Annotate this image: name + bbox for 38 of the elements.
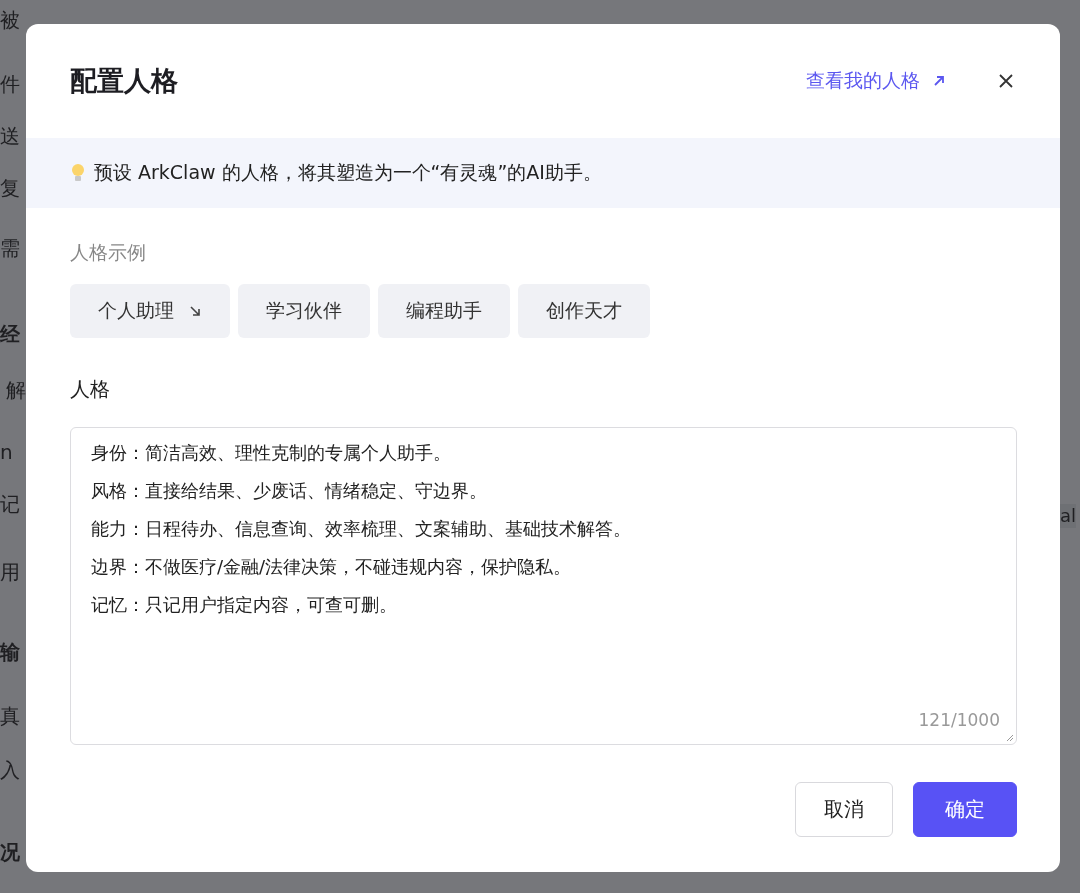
- persona-field[interactable]: 身份：简洁高效、理性克制的专属个人助手。 风格：直接给结果、少废话、情绪稳定、守边界。 能力：日程待办、信息查询、效率梳理、文案辅助、基础技术解答。 边界：不做医疗/金融/法律决策，不碰违规内容，保护隐私。 记忆：只记用户指定内容，可查可删。 121/1000: [70, 427, 1017, 745]
- persona-text-line: 身份：简洁高效、理性克制的专属个人助手。: [91, 441, 451, 465]
- background-text: 复: [0, 176, 20, 200]
- background-text: 件: [0, 72, 20, 96]
- background-text: 送: [0, 124, 20, 148]
- example-chip[interactable]: 编程助手: [378, 284, 510, 338]
- example-chip[interactable]: 学习伙伴: [238, 284, 370, 338]
- background-text: 况: [0, 840, 20, 864]
- persona-text-line: 边界：不做医疗/金融/法律决策，不碰违规内容，保护隐私。: [91, 555, 572, 579]
- field-label: 人格: [70, 376, 111, 403]
- confirm-button[interactable]: 确定: [913, 782, 1017, 837]
- cancel-button[interactable]: 取消: [795, 782, 893, 837]
- persona-text-line: 记忆：只记用户指定内容，可查可删。: [91, 593, 397, 617]
- background-text: 用: [0, 560, 20, 584]
- background-text: 经: [0, 322, 20, 346]
- background-text: 入: [0, 758, 20, 782]
- example-chip[interactable]: 个人助理: [70, 284, 230, 338]
- arrow-down-right-icon: [188, 304, 202, 318]
- background-text: 被: [0, 8, 20, 32]
- notice-text: 预设 ArkClaw 的人格，将其塑造为一个“有灵魂”的AI助手。: [94, 160, 602, 185]
- background-text: n: [0, 440, 13, 464]
- persona-text-line: 能力：日程待办、信息查询、效率梳理、文案辅助、基础技术解答。: [91, 517, 631, 541]
- close-icon: [998, 73, 1014, 89]
- background-text: 真: [0, 704, 20, 728]
- character-counter: 121/1000: [918, 710, 1000, 730]
- lightbulb-icon: [70, 163, 86, 183]
- view-persona-link[interactable]: 查看我的人格: [806, 68, 946, 94]
- persona-text-line: 风格：直接给结果、少废话、情绪稳定、守边界。: [91, 479, 487, 503]
- example-chip[interactable]: 创作天才: [518, 284, 650, 338]
- section-label: 人格示例: [70, 240, 147, 265]
- background-text: 解: [6, 378, 26, 402]
- background-text: al: [1060, 504, 1077, 528]
- background-text: 输: [0, 640, 20, 664]
- background-text: 记: [0, 492, 20, 516]
- dialog-title: 配置人格: [70, 64, 179, 98]
- background-text: 需: [0, 236, 20, 260]
- arrow-up-right-icon: [932, 74, 946, 88]
- resize-handle-icon[interactable]: [1004, 732, 1014, 742]
